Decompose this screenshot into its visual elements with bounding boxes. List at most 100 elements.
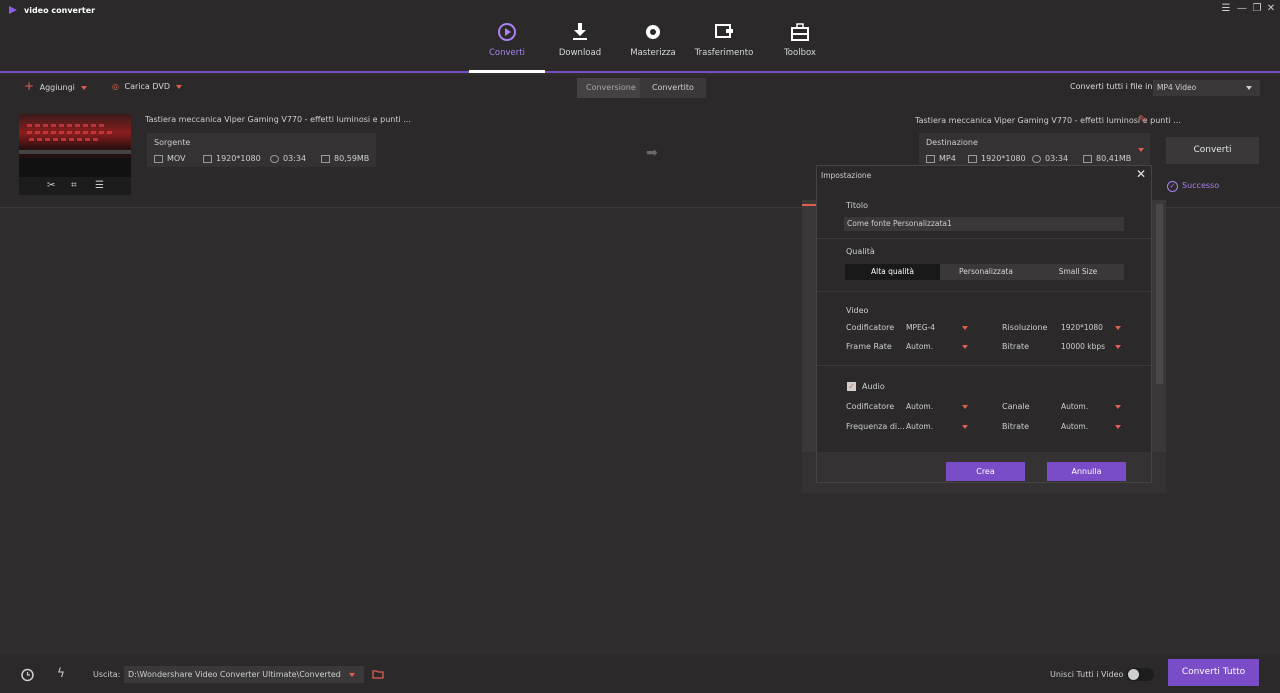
codificatore-label: Codificatore	[846, 323, 895, 332]
app-title: video converter	[24, 6, 96, 15]
dvd-icon: ◎	[112, 82, 119, 91]
film-icon	[926, 154, 935, 163]
frame-rate-select[interactable]: Autom.	[906, 340, 968, 353]
bitrate-select[interactable]: 10000 kbps	[1061, 340, 1121, 353]
source-info: Sorgente MOV 1920*1080 03:34 80,59MB	[147, 133, 376, 167]
chevron-down-icon	[1115, 405, 1121, 409]
restore-icon[interactable]: ❐	[1251, 3, 1263, 15]
tab-conversione[interactable]: Conversione	[577, 78, 645, 98]
alarm-clock-icon[interactable]	[20, 667, 35, 682]
download-icon	[573, 23, 587, 40]
divider	[817, 365, 1151, 366]
top-bar: video converter Converti Download Master…	[0, 0, 1280, 73]
tab-download[interactable]: Download	[540, 18, 620, 70]
tab-label: Masterizza	[630, 48, 676, 58]
tab-label: Download	[558, 48, 602, 58]
output-path-select[interactable]: D:\Wondershare Video Converter Ultimate\…	[124, 666, 364, 683]
chevron-down-icon	[1115, 425, 1121, 429]
resolution-icon	[968, 154, 977, 163]
open-folder-icon[interactable]	[372, 669, 385, 679]
canale-label: Canale	[1002, 402, 1030, 411]
source-format: MOV	[154, 154, 186, 163]
menu-icon[interactable]: ☰	[1220, 3, 1232, 15]
close-icon[interactable]: ✕	[1265, 3, 1277, 15]
audio-label: Audio	[862, 382, 885, 391]
format-value: MP4 Video	[1157, 83, 1197, 92]
disc-icon	[646, 25, 660, 39]
tab-converti[interactable]: Converti	[467, 18, 547, 73]
video-label: Video	[846, 306, 869, 315]
load-dvd-button[interactable]: ◎ Carica DVD	[112, 82, 183, 91]
bitrate-label: Bitrate	[1002, 342, 1030, 351]
merge-toggle[interactable]	[1126, 668, 1154, 681]
chevron-down-icon	[962, 326, 968, 330]
chevron-down-icon[interactable]	[1138, 148, 1144, 152]
edit-icon[interactable]: ✎	[1138, 113, 1147, 126]
add-button[interactable]: + Aggiungi	[24, 80, 87, 92]
clock-icon	[270, 154, 279, 163]
divider	[817, 291, 1151, 292]
channel-select[interactable]: Autom.	[1061, 400, 1121, 413]
quality-label: Qualità	[846, 247, 875, 256]
folder-icon	[321, 154, 330, 163]
tab-convertito[interactable]: Convertito	[640, 78, 706, 98]
source-label: Sorgente	[154, 138, 191, 147]
close-icon[interactable]: ✕	[1136, 167, 1146, 181]
transfer-icon	[715, 24, 733, 38]
scrollbar[interactable]	[1156, 204, 1163, 384]
source-size: 80,59MB	[321, 154, 369, 163]
convert-all-button[interactable]: Converti Tutto	[1168, 659, 1259, 686]
tab-label: Converti	[489, 48, 525, 58]
lightning-icon[interactable]: ϟ	[57, 666, 65, 680]
video-thumbnail[interactable]: ✂ ⌗ ☰	[19, 114, 131, 195]
output-path: D:\Wondershare Video Converter Ultimate\…	[128, 670, 341, 679]
cancel-button[interactable]: Annulla	[1047, 462, 1126, 481]
audio-codec-select[interactable]: Autom.	[906, 400, 968, 413]
crop-icon[interactable]: ⌗	[71, 180, 77, 191]
tab-toolbox[interactable]: Toolbox	[760, 18, 840, 70]
chevron-down-icon	[962, 345, 968, 349]
divider	[817, 238, 1151, 239]
title-input[interactable]: Come fonte Personalizzata1	[844, 217, 1124, 231]
load-dvd-label: Carica DVD	[124, 82, 171, 91]
dialog-title: Impostazione	[821, 171, 872, 180]
chevron-down-icon	[176, 84, 183, 89]
dest-resolution: 1920*1080	[968, 154, 1026, 163]
toolbox-icon	[791, 23, 809, 41]
create-button[interactable]: Crea	[946, 462, 1025, 481]
play-circle-icon	[498, 23, 516, 41]
thumbnail-image	[19, 114, 131, 177]
source-file-title: Tastiera meccanica Viper Gaming V770 - e…	[145, 115, 411, 124]
chevron-down-icon	[1115, 326, 1121, 330]
keyboard-image	[19, 124, 131, 177]
codec-select[interactable]: MPEG-4	[906, 321, 968, 334]
frequency-label: Frequenza di...	[846, 422, 905, 431]
source-resolution: 1920*1080	[203, 154, 261, 163]
source-duration: 03:34	[270, 154, 306, 163]
quality-small[interactable]: Small Size	[1032, 264, 1124, 280]
output-label: Uscita:	[93, 670, 121, 679]
dest-size: 80,41MB	[1083, 154, 1131, 163]
check-circle-icon: ✓	[1167, 181, 1178, 192]
scissors-icon[interactable]: ✂	[47, 180, 55, 191]
frequency-select[interactable]: Autom.	[906, 420, 968, 433]
dest-duration: 03:34	[1032, 154, 1068, 163]
tab-masterizza[interactable]: Masterizza	[613, 18, 693, 70]
panel-accent	[802, 204, 816, 206]
audio-checkbox[interactable]: ✓	[847, 382, 856, 391]
status-badge: ✓ Successo	[1167, 181, 1219, 192]
resolution-select[interactable]: 1920*1080	[1061, 321, 1121, 334]
audio-bitrate-select[interactable]: Autom.	[1061, 420, 1121, 433]
convert-button[interactable]: Converti	[1166, 137, 1259, 164]
format-select[interactable]: MP4 Video	[1153, 80, 1260, 96]
minimize-icon[interactable]: —	[1236, 3, 1248, 15]
chevron-down-icon	[962, 405, 968, 409]
frame-rate-label: Frame Rate	[846, 342, 892, 351]
quality-high[interactable]: Alta qualità	[845, 264, 940, 280]
tab-trasferimento[interactable]: Trasferimento	[684, 18, 764, 70]
resolution-icon	[203, 154, 212, 163]
settings-sliders-icon[interactable]: ☰	[95, 180, 104, 191]
audio-codec-label: Codificatore	[846, 402, 895, 411]
quality-custom[interactable]: Personalizzata	[940, 264, 1032, 280]
film-icon	[154, 154, 163, 163]
